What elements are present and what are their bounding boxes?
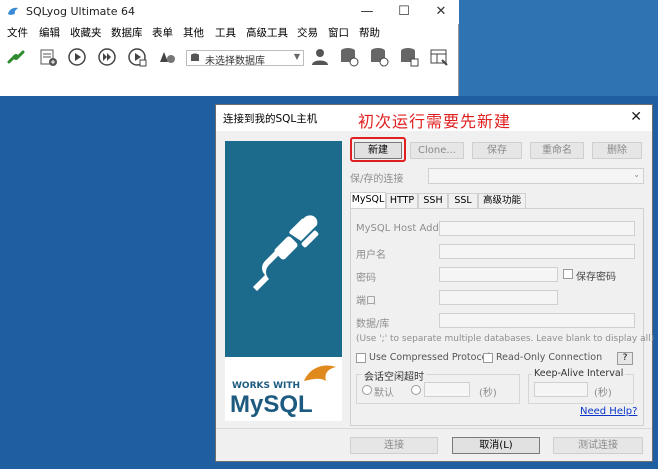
chevron-down-icon: ⌄ [633,170,640,179]
dolphin-icon [304,365,336,381]
keepalive-label: Keep-Alive Interval [532,368,626,379]
menu-tools[interactable]: 工具 [215,25,236,40]
custom-timeout-radio[interactable] [411,385,421,395]
port-input[interactable] [439,290,558,305]
readonly-label: Read-Only Connection [496,352,603,363]
session-timeout-label: 会话空闲超时 [362,368,426,383]
connect-button[interactable]: 连接 [350,437,438,454]
menu-file[interactable]: 文件 [7,25,28,40]
plug-icon [253,215,319,291]
password-input[interactable] [439,267,558,282]
tab-ssh[interactable]: SSH [418,193,448,208]
need-help-link[interactable]: Need Help? [580,406,637,417]
readonly-checkbox[interactable] [483,353,493,363]
menu-other[interactable]: 其他 [183,25,204,40]
keepalive-seconds-label: (秒) [594,388,612,399]
database-icon [191,53,199,61]
saved-connections-select[interactable]: ⌄ [428,168,644,184]
menu-advanced-tools[interactable]: 高级工具 [246,25,288,40]
default-label: 默认 [374,388,394,399]
new-connection-icon[interactable] [5,46,27,68]
new-button[interactable]: 新建 [354,142,402,159]
backup-database-icon[interactable] [338,46,360,68]
database-select-value: 未选择数据库 [205,56,265,67]
keepalive-input[interactable] [534,382,588,397]
menu-help[interactable]: 帮助 [359,25,380,40]
database-hint: (Use ';' to separate multiple databases.… [356,334,655,344]
connect-dialog: 连接到我的SQL主机 初次运行需要先新建 ✕ WORKS WITH MySQL … [215,104,655,462]
tab-mysql[interactable]: MySQL [350,192,386,209]
works-with-label: WORKS WITH [232,381,301,391]
table-diagnostics-icon[interactable] [428,46,450,68]
minimize-button[interactable]: — [352,2,382,22]
saved-connections-label: 保/存的连接 [350,174,404,185]
session-seconds-label: (秒) [479,388,497,399]
menu-bar: 文件 编辑 收藏夹 数据库 表单 其他 工具 高级工具 交易 窗口 帮助 [0,24,459,41]
close-button[interactable]: ✕ [426,2,456,22]
title-bar: SQLyog Ultimate 64 — ☐ ✕ [0,0,459,24]
password-label: 密码 [356,273,376,284]
dialog-title-bar: 连接到我的SQL主机 初次运行需要先新建 ✕ [216,105,652,131]
tab-ssl[interactable]: SSL [448,193,478,208]
restore-database-icon[interactable] [368,46,390,68]
database-select[interactable]: 未选择数据库 ▼ [186,50,304,67]
sqlyog-logo-icon [8,7,18,15]
port-label: 端口 [356,296,376,307]
menu-transactions[interactable]: 交易 [297,25,318,40]
dialog-close-button[interactable]: ✕ [630,109,642,125]
user-label: 用户名 [356,250,386,261]
save-password-label: 保存密码 [576,272,616,283]
new-query-icon[interactable] [37,46,59,68]
menu-database[interactable]: 数据库 [111,25,143,40]
compressed-protocol-checkbox[interactable] [356,353,366,363]
execute-edit-icon[interactable] [126,46,148,68]
schema-sync-icon[interactable] [398,46,420,68]
mysql-logo-text: MySQL [230,391,313,418]
menu-table[interactable]: 表单 [152,25,173,40]
default-radio[interactable] [362,385,372,395]
help-button[interactable]: ? [617,352,633,365]
save-button[interactable]: 保存 [472,142,522,159]
database-input[interactable] [439,313,635,328]
test-connection-button[interactable]: 测试连接 [553,437,643,454]
menu-edit[interactable]: 编辑 [39,25,60,40]
user-manager-icon[interactable] [309,46,331,68]
execute-all-icon[interactable] [96,46,118,68]
dialog-title: 连接到我的SQL主机 [223,113,318,125]
menu-window[interactable]: 窗口 [328,25,349,40]
chevron-down-icon: ▼ [293,52,300,61]
rename-button[interactable]: 重命名 [530,142,584,159]
clone-button[interactable]: Clone... [410,142,464,159]
stop-query-icon[interactable] [155,46,177,68]
annotation-text: 初次运行需要先新建 [358,112,512,131]
save-password-checkbox[interactable] [563,269,573,279]
footer-separator [216,428,652,429]
maximize-button[interactable]: ☐ [389,2,419,22]
compressed-protocol-label: Use Compressed Protocol [369,352,491,363]
host-input[interactable] [439,221,635,236]
execute-query-icon[interactable] [66,46,88,68]
cancel-button[interactable]: 取消(L) [452,437,540,454]
tab-http[interactable]: HTTP [386,193,418,208]
delete-button[interactable]: 删除 [592,142,642,159]
main-window: SQLyog Ultimate 64 — ☐ ✕ 文件 编辑 收藏夹 数据库 表… [0,0,459,96]
user-input[interactable] [439,244,635,259]
session-timeout-input[interactable] [424,382,470,397]
database-label: 数据/库 [356,319,390,330]
app-title: SQLyog Ultimate 64 [26,5,135,18]
menu-favorites[interactable]: 收藏夹 [70,25,102,40]
tab-advanced[interactable]: 高级功能 [478,193,526,208]
